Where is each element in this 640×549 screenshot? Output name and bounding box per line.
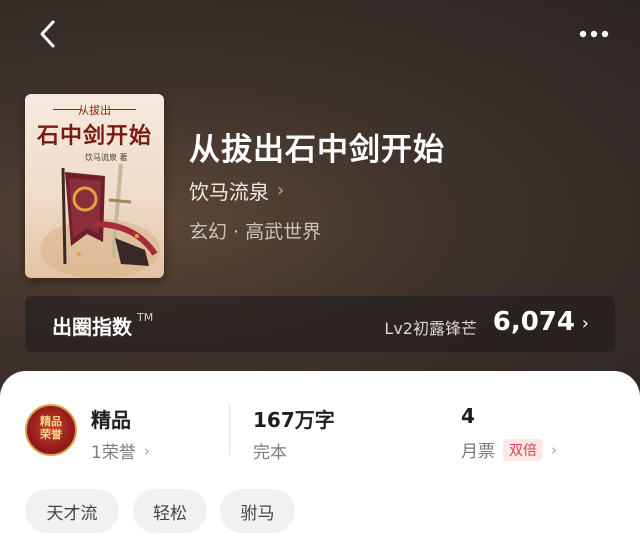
book-cover[interactable]: 从拔出 石中剑开始 饮马流泉 著 [25, 94, 164, 278]
quality-title: 精品 [91, 408, 131, 432]
chevron-right-icon: › [143, 441, 150, 460]
monthly-ticket-label: 月票 [461, 442, 495, 462]
monthly-ticket-count: 4 [461, 404, 475, 428]
chevron-right-icon: › [551, 440, 557, 459]
book-info-panel: 精品 荣誉 精品 1荣誉 › 167万字 完本 4 月票 双倍 › 天才流 轻松… [0, 371, 640, 549]
monthly-ticket-link[interactable]: 月票 双倍 › [461, 437, 557, 462]
popularity-index-level: Lv2初露锋芒 [384, 319, 477, 338]
cover-small-title: 从拔出 [78, 104, 111, 117]
tag-chip[interactable]: 轻松 [133, 489, 207, 533]
book-title: 从拔出石中剑开始 [189, 132, 445, 168]
trademark-mark: TM [137, 311, 154, 324]
book-hero: 从拔出 石中剑开始 饮马流泉 著 从拔出石中剑开始 饮马流泉 › 玄幻 · 高武… [0, 0, 640, 400]
tag-chip[interactable]: 驸马 [220, 489, 295, 533]
premium-badge-icon[interactable]: 精品 荣誉 [25, 404, 77, 456]
popularity-index-bar[interactable]: 出圈指数 TM Lv2初露锋芒 6,074 › [25, 296, 615, 352]
cover-title: 石中剑开始 [36, 123, 152, 149]
more-horizontal-icon [579, 30, 609, 38]
author-link[interactable]: 饮马流泉 › [189, 176, 284, 205]
popularity-index-value: 6,074 [492, 307, 575, 337]
back-button[interactable] [30, 16, 66, 52]
tag-chip[interactable]: 天才流 [25, 489, 119, 533]
author-name: 饮马流泉 [189, 180, 269, 204]
badge-text-line1: 精品 [40, 415, 62, 428]
cover-illustration [40, 163, 160, 278]
chevron-right-icon: › [581, 313, 589, 334]
more-button[interactable] [574, 20, 614, 48]
book-genre[interactable]: 玄幻 · 高武世界 [189, 217, 321, 244]
word-count: 167万字 [253, 408, 335, 432]
badge-text-line2: 荣誉 [40, 428, 62, 441]
chevron-left-icon [40, 20, 55, 48]
stat-divider [229, 404, 230, 454]
honors-count: 1荣誉 [91, 443, 136, 463]
honors-link[interactable]: 1荣誉 › [91, 438, 150, 464]
double-ticket-badge: 双倍 [503, 438, 543, 461]
popularity-index-label: 出圈指数 TM [52, 311, 154, 339]
completion-status: 完本 [253, 443, 287, 463]
chevron-right-icon: › [277, 180, 285, 201]
